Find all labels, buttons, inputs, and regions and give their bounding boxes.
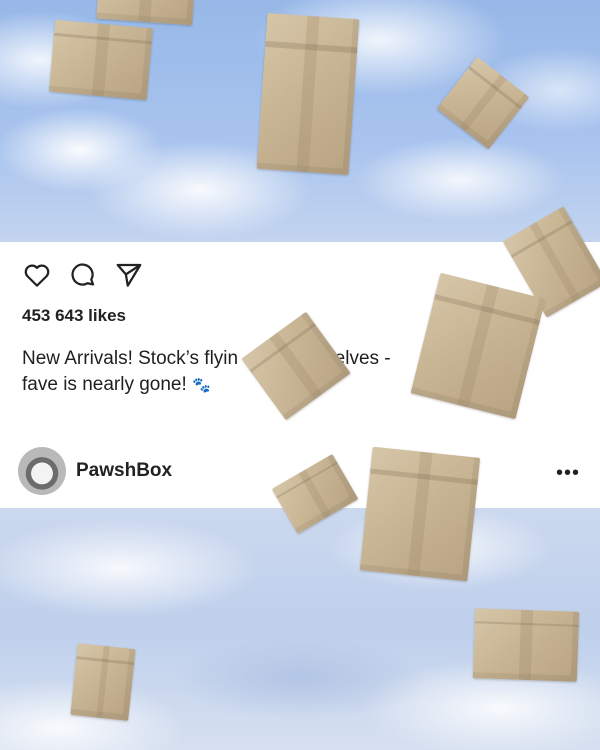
cardboard-box [49, 19, 153, 101]
caption-line-1: New Arrivals! Stock’s flyin [22, 348, 239, 369]
likes-count[interactable]: 453 643 likes [22, 306, 126, 326]
cardboard-box [70, 643, 136, 721]
heart-icon[interactable] [22, 260, 52, 290]
username[interactable]: PawshBox [76, 460, 172, 482]
post-author[interactable]: PawshBox [18, 447, 172, 495]
paper-plane-icon[interactable] [114, 260, 144, 290]
caption-line-2: fave is nearly gone! [22, 374, 187, 395]
more-dots-icon[interactable]: ••• [556, 463, 580, 483]
post-actions [22, 260, 144, 290]
cardboard-box [472, 608, 580, 682]
paw-emoji-icon: 🐾 [192, 377, 211, 394]
avatar[interactable] [18, 447, 66, 495]
comment-icon[interactable] [68, 260, 98, 290]
cardboard-box [359, 446, 481, 582]
cardboard-box [256, 12, 360, 176]
